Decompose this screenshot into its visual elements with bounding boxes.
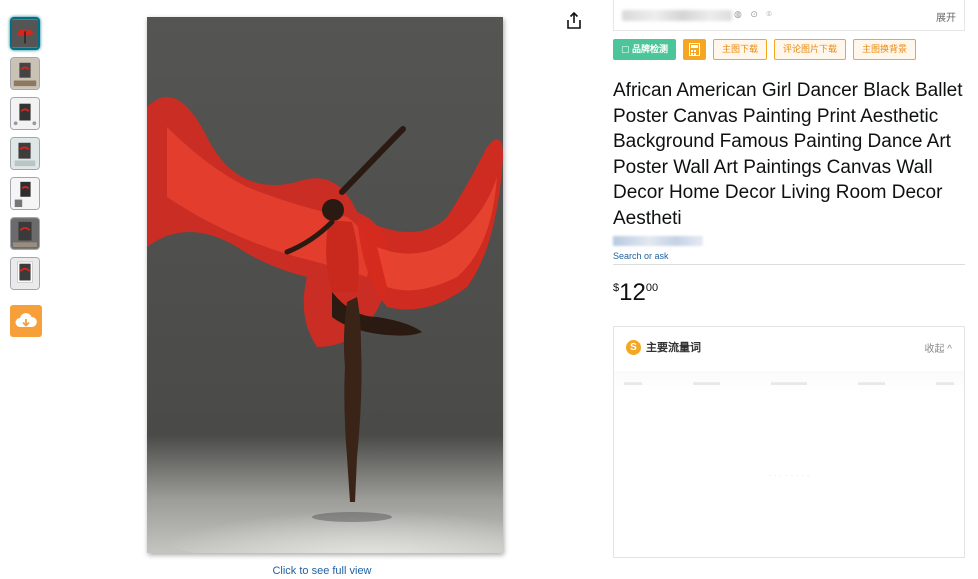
price-symbol: $ (613, 282, 620, 294)
bg-swap-button[interactable]: 主图换背景 (853, 39, 917, 60)
price-fraction: 00 (645, 282, 659, 294)
thumbnail-5[interactable] (10, 177, 40, 210)
thumbnail-2[interactable] (10, 57, 40, 90)
main-image-download-button[interactable]: 主图下载 (713, 39, 768, 60)
calculator-button[interactable] (683, 39, 707, 60)
calculator-icon (689, 43, 701, 57)
faded-empty-state: · · · · · · · · (768, 470, 810, 480)
price-whole: 12 (619, 279, 646, 306)
price: $1200 (613, 279, 658, 307)
cloud-download-icon (15, 313, 37, 327)
s-logo-icon: S (626, 339, 641, 355)
thumbnail-1[interactable] (10, 17, 40, 50)
full-view-link[interactable]: Click to see full view (147, 565, 497, 577)
blurred-seller-name (622, 10, 732, 21)
share-icon (567, 11, 581, 29)
traffic-keywords-panel: S 主要流量词 收起 ^ ▬▬ ▬▬▬ ▬▬▬▬ ▬▬▬ ▬▬ · · · · · · … (613, 326, 965, 558)
thumbnail-3[interactable] (10, 97, 40, 130)
location-icon: ◍ ⊙ ⌾ (734, 9, 775, 19)
thumbnail-list (10, 17, 44, 297)
divider (613, 264, 965, 265)
seller-info-bar: ◍ ⊙ ⌾ 展开 (613, 0, 965, 31)
blurred-brand-link (613, 236, 703, 246)
review-image-download-button[interactable]: 评论图片下载 (774, 39, 847, 60)
panel-title: 主要流量词 (646, 342, 701, 354)
thumbnail-6[interactable] (10, 217, 40, 250)
plugin-toolbar: ▢ 品牌检测 主图下载 评论图片下载 主图换背景 (613, 39, 917, 60)
main-product-image[interactable] (147, 17, 503, 553)
cloud-download-button[interactable] (10, 305, 42, 337)
thumbnail-7[interactable] (10, 257, 40, 290)
collapse-button[interactable]: 收起 ^ (925, 340, 952, 355)
thumbnail-4[interactable] (10, 137, 40, 170)
panel-header: S 主要流量词 (626, 339, 701, 355)
share-button[interactable] (564, 11, 584, 31)
expand-button[interactable]: 展开 (936, 9, 956, 24)
faded-table-header: ▬▬ ▬▬▬ ▬▬▬▬ ▬▬▬ ▬▬ (614, 371, 964, 393)
search-or-ask-link[interactable]: Search or ask (613, 251, 669, 261)
product-title: African American Girl Dancer Black Balle… (613, 80, 963, 229)
brand-check-button[interactable]: ▢ 品牌检测 (613, 39, 677, 60)
